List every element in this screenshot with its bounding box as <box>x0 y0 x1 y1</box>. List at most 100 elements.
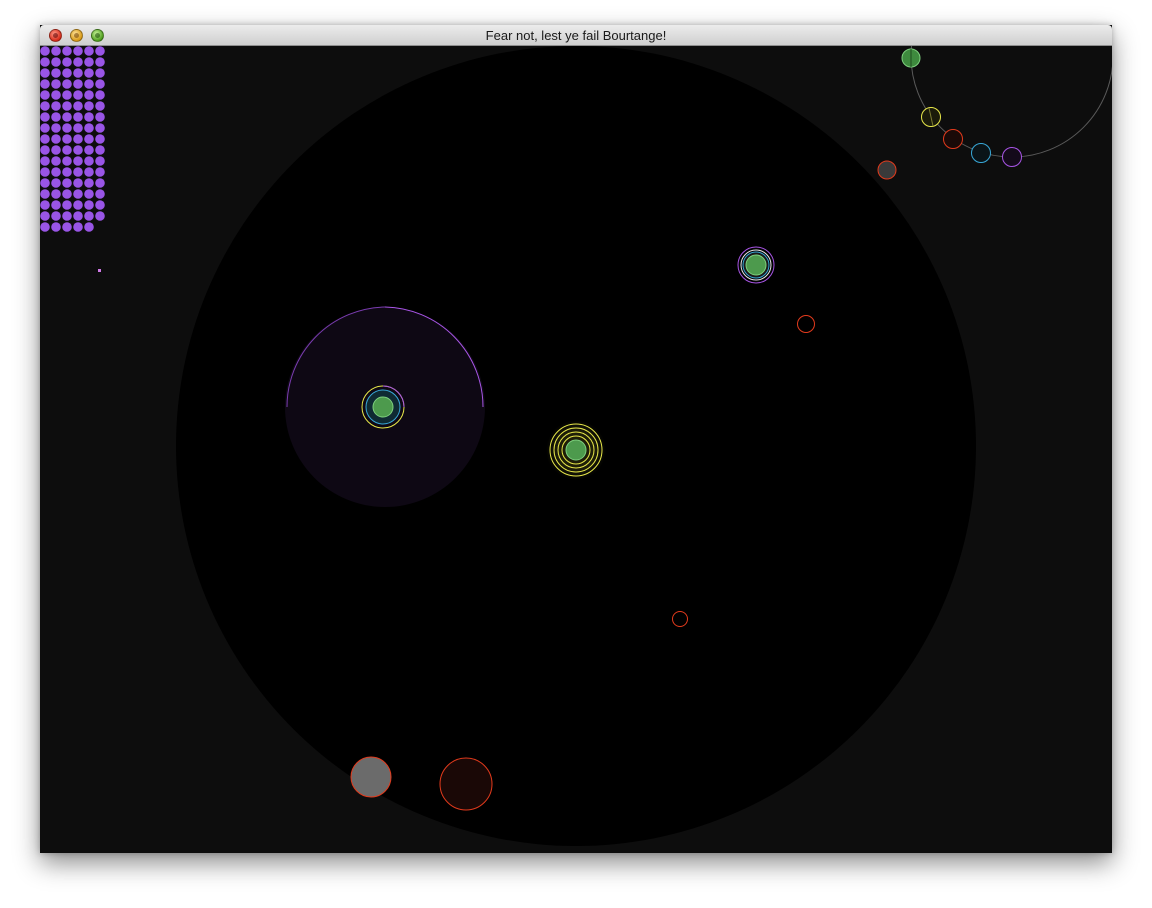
ammo-dot <box>51 134 61 144</box>
ammo-dot <box>95 112 105 122</box>
ammo-dot <box>62 101 72 111</box>
ammo-dot <box>51 68 61 78</box>
ammo-dot <box>62 178 72 188</box>
grey-orb[interactable] <box>350 756 392 798</box>
ammo-dot <box>40 178 50 188</box>
ammo-dot <box>40 222 50 232</box>
ammo-dot <box>73 134 83 144</box>
ammo-dot <box>62 112 72 122</box>
ammo-dot <box>51 101 61 111</box>
tower-center[interactable] <box>546 420 606 480</box>
ammo-dot <box>73 200 83 210</box>
ammo-dot <box>51 46 61 56</box>
ammo-dot <box>84 222 94 232</box>
ammo-dot <box>40 200 50 210</box>
ammo-dot <box>84 90 94 100</box>
ammo-dot <box>62 200 72 210</box>
ammo-dot <box>51 145 61 155</box>
ammo-dot <box>73 46 83 56</box>
ammo-dot <box>73 57 83 67</box>
ammo-dot <box>40 101 50 111</box>
ammo-dot <box>95 134 105 144</box>
tower-upper-right[interactable] <box>737 246 775 284</box>
ammo-dot <box>40 112 50 122</box>
ammo-dot <box>84 79 94 89</box>
ammo-dot <box>95 90 105 100</box>
ammo-dot <box>95 101 105 111</box>
ammo-dot <box>73 222 83 232</box>
ammo-dot <box>51 178 61 188</box>
ammo-dot <box>62 57 72 67</box>
ammo-dot <box>84 68 94 78</box>
ammo-dot <box>95 211 105 221</box>
title-bar[interactable]: Fear not, lest ye fail Bourtange! <box>40 25 1112 46</box>
ammo-dot <box>95 79 105 89</box>
ammo-dot <box>95 68 105 78</box>
orbit-ring <box>910 46 1112 158</box>
ammo-dot <box>51 90 61 100</box>
orbit-purple-orb[interactable] <box>1002 147 1022 167</box>
ammo-dot <box>51 167 61 177</box>
ammo-dot <box>73 112 83 122</box>
ammo-dot <box>51 156 61 166</box>
ammo-dot <box>73 68 83 78</box>
ammo-dot <box>40 189 50 199</box>
ammo-dot <box>84 101 94 111</box>
ammo-dot <box>51 211 61 221</box>
ammo-dot <box>51 57 61 67</box>
window-title: Fear not, lest ye fail Bourtange! <box>485 28 667 43</box>
ammo-dot <box>95 145 105 155</box>
drifting-red-orb[interactable] <box>877 160 897 180</box>
ammo-dot <box>62 46 72 56</box>
ammo-partial-marker <box>98 269 101 272</box>
ammo-dot <box>40 123 50 133</box>
ammo-dot <box>62 134 72 144</box>
ammo-dot <box>40 145 50 155</box>
ammo-dot <box>73 145 83 155</box>
ammo-dot <box>84 46 94 56</box>
dark-red-orb[interactable] <box>439 757 493 811</box>
ammo-dot <box>73 156 83 166</box>
ammo-dot <box>84 189 94 199</box>
ammo-dot <box>84 57 94 67</box>
ammo-dot <box>84 123 94 133</box>
ammo-dot <box>62 79 72 89</box>
game-canvas[interactable] <box>40 46 1112 853</box>
ammo-dot <box>95 200 105 210</box>
ammo-dot <box>73 211 83 221</box>
ammo-dot <box>73 189 83 199</box>
ammo-dot <box>40 156 50 166</box>
ammo-dot <box>84 156 94 166</box>
game-area[interactable] <box>40 46 1112 853</box>
ammo-dot <box>62 145 72 155</box>
ammo-dot <box>84 200 94 210</box>
ammo-dot <box>62 211 72 221</box>
orbit-cluster <box>877 46 1112 180</box>
ammo-dot <box>95 57 105 67</box>
ammo-dot <box>40 68 50 78</box>
ammo-dot <box>95 123 105 133</box>
ammo-dot <box>62 90 72 100</box>
ammo-dot <box>62 123 72 133</box>
game-window: Fear not, lest ye fail Bourtange! <box>40 25 1112 853</box>
ammo-dot <box>40 57 50 67</box>
ammo-dot <box>51 200 61 210</box>
ammo-dot <box>62 222 72 232</box>
ammo-dot <box>40 46 50 56</box>
ammo-dot <box>95 189 105 199</box>
tower-left[interactable] <box>361 385 405 429</box>
orbit-red-orb[interactable] <box>943 129 963 149</box>
ammo-dot <box>84 134 94 144</box>
ammo-dot <box>95 46 105 56</box>
ammo-dot <box>51 79 61 89</box>
orbit-blue-orb[interactable] <box>971 143 991 163</box>
ammo-dot <box>95 156 105 166</box>
ammo-dot <box>73 178 83 188</box>
ammo-dot <box>95 178 105 188</box>
ammo-dot <box>84 167 94 177</box>
ammo-dot <box>73 79 83 89</box>
ammo-dot <box>51 112 61 122</box>
ammo-dot <box>84 145 94 155</box>
ammo-dot <box>84 178 94 188</box>
ammo-dot <box>62 68 72 78</box>
